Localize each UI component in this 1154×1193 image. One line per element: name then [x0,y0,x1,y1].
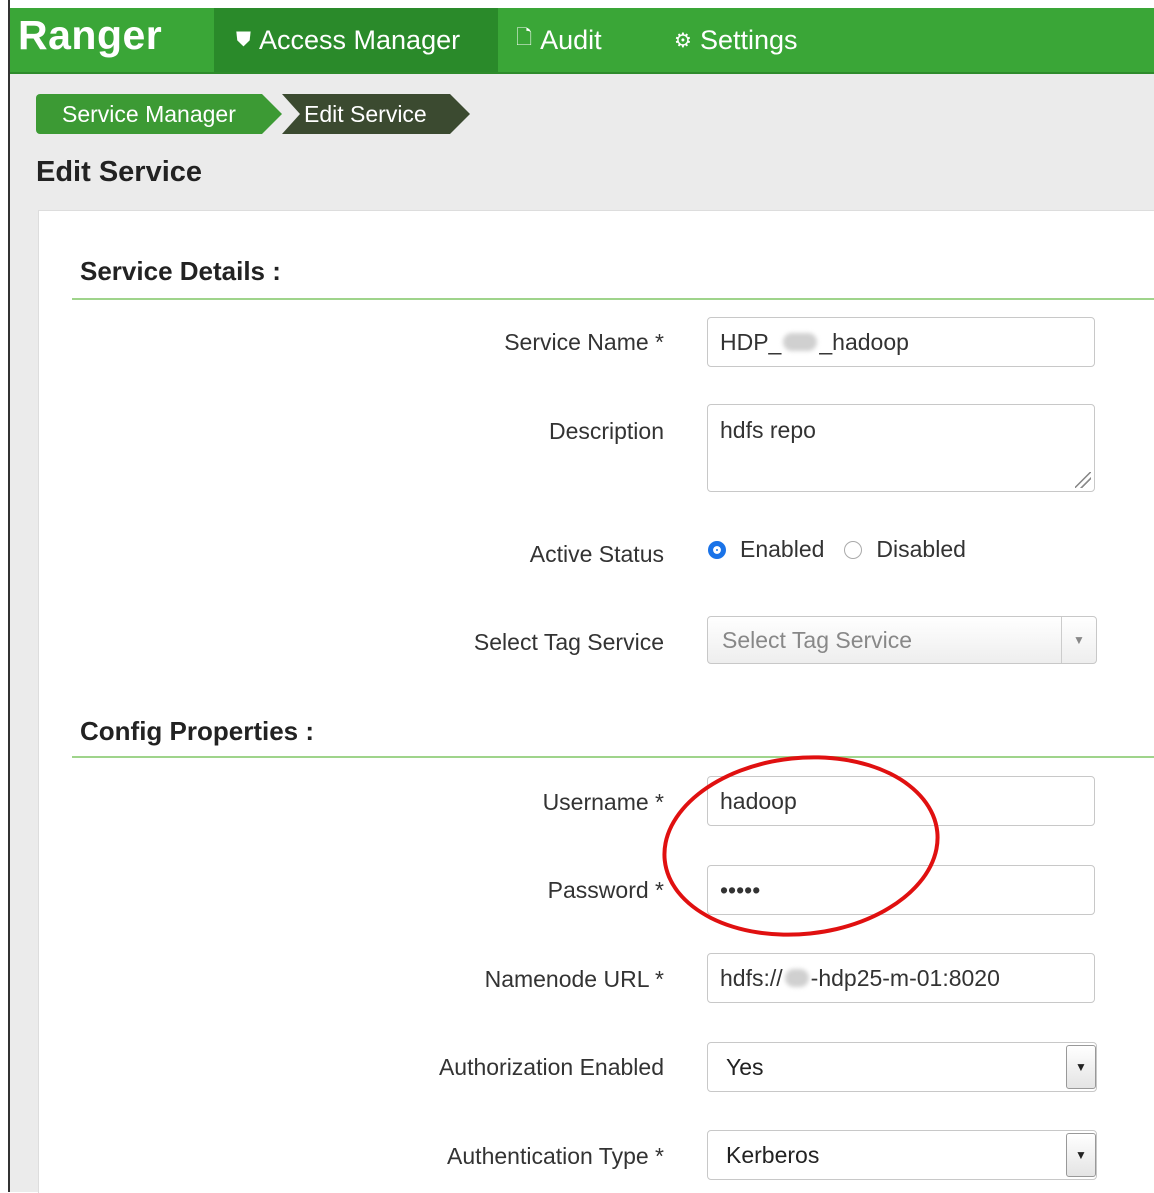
breadcrumb-arrow [450,94,470,134]
shield-icon: ⛊ [236,28,251,51]
nav-audit-label: Audit [540,24,602,55]
window-top-edge [0,0,1154,8]
nav-settings[interactable]: ⚙ Settings [674,8,798,72]
description-textarea[interactable]: hdfs repo [707,404,1095,492]
authorization-enabled-value: Yes [726,1053,764,1080]
file-icon: 🗋 [516,27,533,49]
resize-handle-icon[interactable] [1075,472,1091,488]
brand-logo[interactable]: Ranger [18,12,162,59]
nav-settings-label: Settings [699,24,798,55]
active-status-radio-group: Enabled Disabled [708,536,966,563]
chevron-down-icon[interactable]: ▼ [1066,1133,1096,1177]
username-label: Username * [542,789,664,815]
breadcrumb-arrow [262,94,282,134]
nav-access-manager-label: Access Manager [259,24,461,55]
chevron-down-icon[interactable]: ▼ [1061,617,1096,663]
nav-audit[interactable]: 🗋 Audit [516,8,602,72]
service-name-input[interactable]: HDP_ _hadoop [707,317,1095,367]
password-label: Password * [547,877,664,903]
authorization-enabled-label: Authorization Enabled [438,1054,664,1080]
config-properties-title: Config Properties : [80,716,315,746]
authentication-type-value: Kerberos [726,1141,820,1168]
authentication-type-label: Authentication Type * [447,1143,664,1169]
chevron-down-icon[interactable]: ▼ [1066,1045,1096,1089]
password-value: ••••• [720,876,761,903]
top-navbar: Ranger ⛊ Access Manager 🗋 Audit ⚙ Settin… [10,8,1154,74]
breadcrumb-edit-service: Edit Service [300,94,450,134]
tag-service-select[interactable]: Select Tag Service ▼ [707,616,1097,664]
radio-disabled[interactable] [844,540,863,559]
description-value: hdfs repo [720,417,816,443]
breadcrumb-service-manager[interactable]: Service Manager [36,94,262,134]
redacted-text [784,969,809,987]
namenode-url-input[interactable]: hdfs:// -hdp25-m-01:8020 [707,953,1095,1003]
window-left-edge [0,0,10,1192]
breadcrumb-notch [282,94,300,134]
username-value: hadoop [720,787,797,814]
username-input[interactable]: hadoop [707,776,1095,826]
page-title: Edit Service [36,156,203,188]
radio-enabled-label[interactable]: Enabled [740,536,824,563]
service-details-title: Service Details : [80,256,281,286]
gear-icon: ⚙ [674,29,692,52]
description-label: Description [548,418,664,444]
service-name-suffix: _hadoop [819,328,909,355]
password-input[interactable]: ••••• [707,865,1095,915]
tag-service-label: Select Tag Service [473,629,664,655]
section-divider [72,298,1154,300]
nav-access-manager[interactable]: ⛊ Access Manager [214,8,498,72]
authorization-enabled-select[interactable]: Yes ▼ [707,1042,1097,1092]
active-status-label: Active Status [529,541,664,567]
radio-enabled[interactable] [708,540,726,559]
radio-disabled-label[interactable]: Disabled [876,536,966,563]
service-name-label: Service Name * [504,329,664,355]
tag-service-placeholder: Select Tag Service [722,626,913,653]
service-name-prefix: HDP_ [720,328,782,355]
namenode-prefix: hdfs:// [720,964,783,991]
namenode-url-label: Namenode URL * [484,966,664,992]
redacted-text [783,333,818,351]
namenode-suffix: -hdp25-m-01:8020 [810,964,1000,991]
authentication-type-select[interactable]: Kerberos ▼ [707,1130,1097,1180]
section-divider [72,756,1154,758]
